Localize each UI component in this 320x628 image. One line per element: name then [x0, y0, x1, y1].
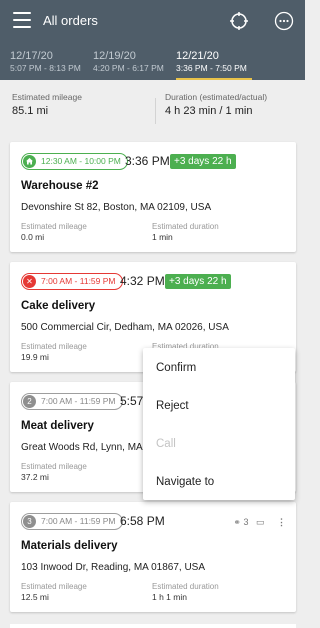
- duration-summary: Duration (estimated/actual) 4 h 23 min /…: [165, 92, 267, 117]
- duration-value: 4 h 23 min / 1 min: [165, 105, 253, 117]
- est-duration-label: Estimated duration: [152, 582, 219, 591]
- est-mileage-value: 12.5 mi: [21, 592, 49, 602]
- menu-item-navigate[interactable]: Navigate to: [156, 476, 214, 488]
- time-window-text: 7:00 AM - 11:59 PM: [41, 396, 116, 406]
- arrival-time: 5:57: [120, 394, 144, 408]
- target-icon[interactable]: [229, 11, 249, 31]
- date-tabs: 12/17/20 5:07 PM - 8:13 PM 12/19/20 4:20…: [0, 42, 305, 80]
- arrival-time: 3:36 PM: [125, 154, 170, 168]
- comment-icon: ▭: [255, 517, 265, 527]
- route-summary: Estimated mileage 85.1 mi Duration (esti…: [0, 92, 305, 128]
- tab-date-label: 12/21/20: [176, 50, 219, 62]
- est-duration-value: 1 min: [152, 232, 173, 242]
- order-title: Cake delivery: [21, 300, 96, 312]
- time-window-text: 7:00 AM - 11:59 PM: [41, 276, 116, 286]
- est-mileage-value: 19.9 mi: [21, 352, 49, 362]
- days-offset-badge: +3 days 22 h: [165, 274, 231, 289]
- time-window-badge: 12:30 AM - 10:00 PM: [21, 153, 128, 170]
- time-window-badge: 3 7:00 AM - 11:59 PM: [21, 513, 123, 530]
- app-bar: All orders: [0, 0, 305, 42]
- est-duration-label: Estimated duration: [152, 222, 219, 231]
- est-mileage-label: Estimated mileage: [21, 582, 87, 591]
- est-duration-value: 1 h 1 min: [152, 592, 187, 602]
- more-icon[interactable]: [274, 11, 294, 31]
- tab-date-label: 12/17/20: [10, 50, 53, 62]
- tab-time-label: 5:07 PM - 8:13 PM: [10, 63, 81, 73]
- tab-time-label: 4:20 PM - 6:17 PM: [93, 63, 164, 73]
- page-title: All orders: [43, 13, 98, 28]
- order-number: 2: [23, 395, 36, 408]
- next-card-edge: [10, 624, 296, 628]
- order-address: 500 Commercial Cir, Dedham, MA 02026, US…: [21, 322, 229, 333]
- est-mileage-label: Estimated mileage: [21, 222, 87, 231]
- cancel-icon: ✕: [23, 275, 36, 288]
- order-card[interactable]: 3 7:00 AM - 11:59 PM 6:58 PM ⚭ 3 ▭ ⋮ Mat…: [10, 502, 296, 612]
- menu-icon[interactable]: [13, 12, 31, 28]
- order-address: Devonshire St 82, Boston, MA 02109, USA: [21, 202, 212, 213]
- time-window-text: 12:30 AM - 10:00 PM: [41, 156, 121, 166]
- time-window-badge: 2 7:00 AM - 11:59 PM: [21, 393, 123, 410]
- arrival-time: 4:32 PM: [120, 274, 165, 288]
- mileage-value: 85.1 mi: [12, 105, 49, 117]
- est-mileage-label: Estimated mileage: [21, 462, 87, 471]
- days-offset-badge: +3 days 22 h: [170, 154, 236, 169]
- home-icon: [23, 155, 36, 168]
- order-card[interactable]: 12:30 AM - 10:00 PM 3:36 PM +3 days 22 h…: [10, 142, 296, 252]
- tab-date-label: 12/19/20: [93, 50, 136, 62]
- est-mileage-label: Estimated mileage: [21, 342, 87, 351]
- order-number: 3: [23, 515, 36, 528]
- duration-label: Duration (estimated/actual): [165, 92, 268, 102]
- order-address: Great Woods Rd, Lynn, MA 01: [21, 442, 157, 453]
- order-title: Warehouse #2: [21, 180, 99, 192]
- time-window-text: 7:00 AM - 11:59 PM: [41, 516, 116, 526]
- menu-item-confirm[interactable]: Confirm: [156, 362, 196, 374]
- order-context-menu: Confirm Reject Call Navigate to: [143, 348, 295, 500]
- tab-date-3[interactable]: 12/21/20 3:36 PM - 7:50 PM: [176, 49, 252, 80]
- est-mileage-value: 37.2 mi: [21, 472, 49, 482]
- menu-item-reject[interactable]: Reject: [156, 400, 189, 412]
- divider: [155, 98, 156, 124]
- mileage-summary: Estimated mileage 85.1 mi: [12, 92, 82, 117]
- tab-date-2[interactable]: 12/19/20 4:20 PM - 6:17 PM: [93, 49, 164, 80]
- attachment-count: 3: [243, 517, 249, 527]
- est-mileage-value: 0.0 mi: [21, 232, 45, 242]
- arrival-time: 6:58 PM: [120, 514, 165, 528]
- order-title: Meat delivery: [21, 420, 94, 432]
- tab-date-1[interactable]: 12/17/20 5:07 PM - 8:13 PM: [10, 49, 81, 80]
- order-address: 103 Inwood Dr, Reading, MA 01867, USA: [21, 562, 206, 573]
- order-title: Materials delivery: [21, 540, 118, 552]
- mileage-label: Estimated mileage: [12, 92, 82, 102]
- menu-item-call: Call: [156, 438, 176, 450]
- tab-time-label: 3:36 PM - 7:50 PM: [176, 63, 247, 73]
- paperclip-icon: ⚭: [233, 517, 241, 527]
- more-vert-icon[interactable]: ⋮: [277, 517, 286, 527]
- card-icons: ⚭ 3 ▭ ⋮: [233, 517, 286, 528]
- time-window-badge: ✕ 7:00 AM - 11:59 PM: [21, 273, 123, 290]
